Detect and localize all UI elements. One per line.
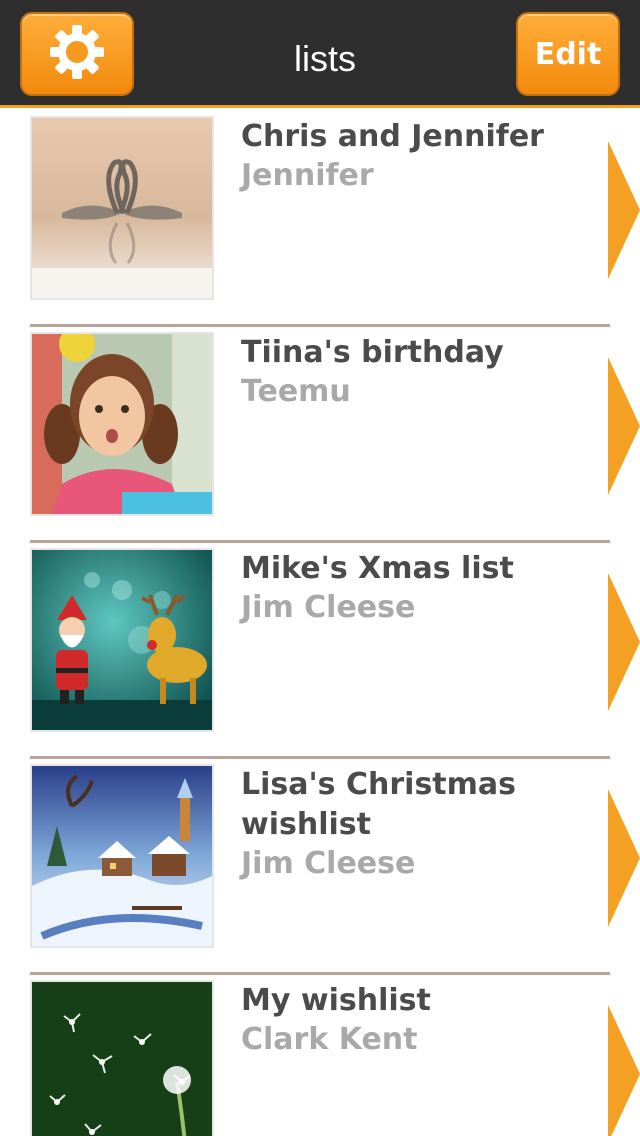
gear-icon: [47, 22, 107, 86]
chevron-right-icon: [608, 357, 640, 495]
list-owner: Jim Cleese: [241, 846, 416, 881]
list-title: My wishlist: [241, 983, 431, 1018]
list-title-block: Chris and Jennifer Jennifer: [241, 117, 601, 195]
list-title: Mike's Xmas list: [241, 551, 514, 586]
list-owner: Jennifer: [241, 158, 374, 193]
list-thumbnail: [30, 980, 214, 1136]
list-title-block: Mike's Xmas list Jim Cleese: [241, 549, 601, 627]
list-title: Lisa's Christmas wishlist: [241, 767, 516, 842]
list-title-block: My wishlist Clark Kent: [241, 981, 601, 1059]
list-item[interactable]: Lisa's Christmas wishlist Jim Cleese: [0, 759, 640, 975]
list-item[interactable]: My wishlist Clark Kent: [0, 975, 640, 1136]
chevron-right-icon: [608, 1005, 640, 1136]
settings-button[interactable]: [20, 12, 134, 96]
list-item[interactable]: Mike's Xmas list Jim Cleese: [0, 543, 640, 759]
list-owner: Clark Kent: [241, 1022, 418, 1057]
list-title: Tiina's birthday: [241, 335, 504, 370]
list-thumbnail: [30, 764, 214, 948]
list-owner: Jim Cleese: [241, 590, 416, 625]
page-title: lists: [294, 38, 356, 79]
list-title-block: Lisa's Christmas wishlist Jim Cleese: [241, 765, 601, 883]
list-title: Chris and Jennifer: [241, 119, 544, 154]
chevron-right-icon: [608, 141, 640, 279]
list-title-block: Tiina's birthday Teemu: [241, 333, 601, 411]
navigation-bar: lists Edit: [0, 0, 640, 108]
list-thumbnail: [30, 548, 214, 732]
edit-button[interactable]: Edit: [516, 12, 620, 96]
wishlist-list: Chris and Jennifer Jennifer Tiina's birt…: [0, 111, 640, 1136]
list-item[interactable]: Tiina's birthday Teemu: [0, 327, 640, 543]
chevron-right-icon: [608, 573, 640, 711]
list-item[interactable]: Chris and Jennifer Jennifer: [0, 111, 640, 327]
list-thumbnail: [30, 116, 214, 300]
list-owner: Teemu: [241, 374, 351, 409]
chevron-right-icon: [608, 789, 640, 927]
list-thumbnail: [30, 332, 214, 516]
